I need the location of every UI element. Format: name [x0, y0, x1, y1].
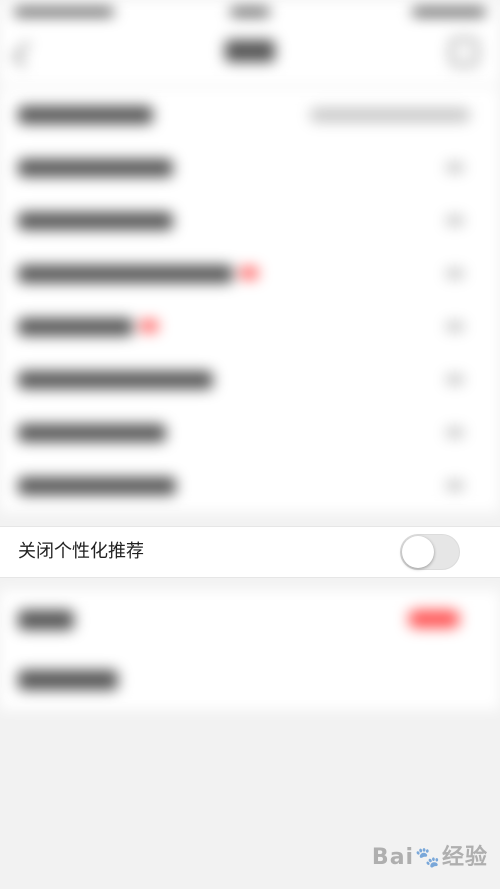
- chevron-right-icon: [446, 163, 464, 172]
- settings-list: [0, 88, 500, 512]
- chevron-right-icon: [446, 375, 464, 384]
- personalized-recommendation-row[interactable]: 关闭个性化推荐: [0, 526, 500, 578]
- chevron-right-icon: [446, 428, 464, 437]
- watermark-brand-right: 经验: [441, 845, 488, 870]
- status-bar: [0, 0, 500, 24]
- paw-icon: 🐾: [415, 845, 441, 869]
- settings-screen: 关闭个性化推荐 Bai🐾经验: [0, 0, 500, 889]
- personalized-recommendation-label: 关闭个性化推荐: [18, 541, 144, 562]
- settings-row[interactable]: [0, 300, 500, 353]
- baidu-jingyan-watermark: Bai🐾经验: [372, 839, 488, 871]
- page-title: [225, 40, 275, 62]
- settings-row[interactable]: [0, 194, 500, 247]
- chevron-right-icon: [446, 322, 464, 331]
- settings-row[interactable]: [0, 88, 500, 141]
- settings-row[interactable]: [0, 650, 500, 710]
- nav-bar: [0, 24, 500, 84]
- settings-row[interactable]: [0, 141, 500, 194]
- chevron-right-icon: [446, 481, 464, 490]
- settings-row[interactable]: [0, 590, 500, 650]
- watermark-brand-left: Bai: [371, 845, 415, 870]
- personalized-recommendation-toggle[interactable]: [400, 534, 460, 570]
- blurred-background: [0, 0, 500, 889]
- settings-row[interactable]: [0, 247, 500, 300]
- status-badge: [408, 610, 460, 628]
- lower-settings-list: [0, 590, 500, 710]
- chevron-right-icon: [446, 269, 464, 278]
- share-icon[interactable]: [450, 38, 478, 66]
- settings-row[interactable]: [0, 406, 500, 459]
- chevron-right-icon: [446, 216, 464, 225]
- toggle-knob: [402, 536, 434, 568]
- back-arrow-icon[interactable]: [12, 41, 39, 68]
- settings-row[interactable]: [0, 459, 500, 512]
- settings-row[interactable]: [0, 353, 500, 406]
